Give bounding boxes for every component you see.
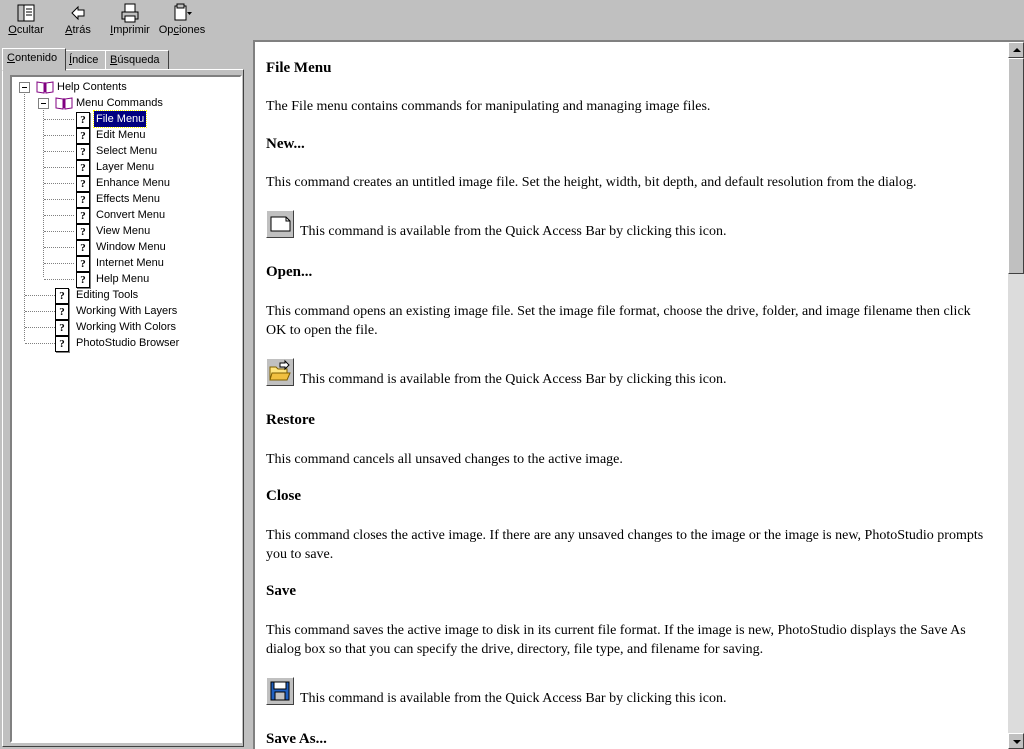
back-button[interactable]: Atrás	[58, 2, 98, 38]
collapse-toggle-icon[interactable]	[38, 98, 49, 109]
floppy-disk-icon	[266, 677, 294, 705]
help-topic-icon: ?	[55, 288, 69, 304]
collapse-toggle-icon[interactable]	[19, 82, 30, 93]
tree-item-label: Working With Layers	[76, 305, 178, 317]
tree-item-label: Effects Menu	[96, 193, 160, 205]
help-topic-icon: ?	[76, 272, 90, 288]
tree-item[interactable]: ? Convert Menu	[12, 207, 238, 224]
tree-item-label: Help Menu	[96, 273, 150, 285]
scroll-thumb[interactable]	[1008, 58, 1024, 274]
tree-item[interactable]: ? Layer Menu	[12, 159, 238, 176]
tree-item[interactable]: ? Effects Menu	[12, 191, 238, 208]
arrow-up-icon	[1013, 48, 1021, 52]
tree-item-label: Working With Colors	[76, 321, 177, 333]
tab-index[interactable]: Índice	[64, 50, 107, 70]
tree-item[interactable]: ? Internet Menu	[12, 255, 238, 272]
new-file-icon	[266, 210, 294, 238]
tree-item[interactable]: ? PhotoStudio Browser	[12, 335, 238, 352]
topic-pane: File Menu The File menu contains command…	[253, 40, 1024, 749]
hide-button[interactable]: Ocultar	[4, 2, 48, 38]
topic-title: File Menu	[266, 60, 332, 76]
close-heading: Close	[266, 488, 301, 504]
print-button[interactable]: Imprimir	[106, 2, 154, 38]
help-topic-icon: ?	[76, 176, 90, 192]
tree-item[interactable]: ? Enhance Menu	[12, 175, 238, 192]
tree-item-label: Edit Menu	[96, 129, 146, 141]
open-folder-icon	[266, 358, 294, 386]
restore-description: This command cancels all unsaved changes…	[266, 452, 623, 467]
help-topic-icon: ?	[76, 192, 90, 208]
help-topic-icon: ?	[76, 256, 90, 272]
tree-item-label: Enhance Menu	[96, 177, 170, 189]
tree-item-label: Internet Menu	[96, 257, 164, 269]
tree-item[interactable]: Menu Commands	[12, 95, 238, 111]
tab-search[interactable]: Búsqueda	[105, 50, 169, 70]
back-arrow-icon	[71, 5, 85, 21]
save-as-heading: Save As...	[266, 731, 327, 747]
save-description: This command saves the active image to d…	[266, 623, 966, 657]
help-topic-icon: ?	[76, 160, 90, 176]
tree-item[interactable]: ? Editing Tools	[12, 287, 238, 304]
tree-item-label: Help Contents	[57, 81, 127, 93]
help-topic-icon: ?	[76, 208, 90, 224]
help-topic-icon: ?	[76, 144, 90, 160]
toolbar: Ocultar Atrás Imprimir Opciones	[0, 0, 1024, 40]
tree-item[interactable]: Help Contents	[12, 79, 238, 95]
scroll-up-button[interactable]	[1008, 42, 1024, 58]
tree-item[interactable]: ? Working With Colors	[12, 319, 238, 336]
tree-item[interactable]: ? Working With Layers	[12, 303, 238, 320]
help-topic-icon: ?	[76, 224, 90, 240]
open-description: This command opens an existing image fil…	[266, 304, 971, 338]
tree-item-label: Window Menu	[96, 241, 166, 253]
help-topic-icon: ?	[76, 240, 90, 256]
vertical-scrollbar[interactable]	[1008, 42, 1024, 749]
scroll-down-button[interactable]	[1008, 733, 1024, 749]
new-description: This command creates an untitled image f…	[266, 175, 917, 190]
tree-item-label: File Menu	[92, 110, 148, 128]
tree-item[interactable]: ? View Menu	[12, 223, 238, 240]
contents-tree[interactable]: Help Contents Menu Commands? File Menu? Edi…	[10, 75, 242, 743]
help-topic-icon: ?	[55, 320, 69, 336]
tree-item[interactable]: ? Window Menu	[12, 239, 238, 256]
options-icon	[174, 3, 192, 21]
arrow-down-icon	[1013, 740, 1021, 744]
tab-contents[interactable]: Contenido	[2, 48, 66, 71]
tree-item[interactable]: ? Select Menu	[12, 143, 238, 160]
printer-icon	[121, 3, 139, 23]
close-description: This command closes the active image. If…	[266, 528, 984, 562]
tree-item[interactable]: ? File Menu	[12, 110, 238, 128]
open-heading: Open...	[266, 264, 313, 280]
tree-item[interactable]: ? Edit Menu	[12, 127, 238, 144]
tree-item[interactable]: ? Help Menu	[12, 271, 238, 288]
tree-item-label: PhotoStudio Browser	[76, 337, 180, 349]
tree-item-label: Editing Tools	[76, 289, 139, 301]
help-topic-icon: ?	[55, 336, 69, 352]
save-heading: Save	[266, 583, 296, 599]
tree-item-label: View Menu	[96, 225, 151, 237]
new-heading: New...	[266, 136, 305, 152]
navigation-pane: Contenido Índice Búsqueda Help Contents M…	[0, 40, 250, 749]
help-topic-icon: ?	[76, 112, 90, 128]
intro-text: The File menu contains commands for mani…	[266, 99, 711, 114]
options-button[interactable]: Opciones	[156, 2, 208, 38]
tree-item-label: Layer Menu	[96, 161, 155, 173]
tree-item-label: Menu Commands	[76, 97, 163, 109]
tree-item-label: Convert Menu	[96, 209, 166, 221]
help-topic-icon: ?	[76, 128, 90, 144]
restore-heading: Restore	[266, 412, 315, 428]
tree-item-label: Select Menu	[96, 145, 158, 157]
help-topic-icon: ?	[55, 304, 69, 320]
contents-panel: Help Contents Menu Commands? File Menu? Edi…	[2, 69, 244, 747]
hide-pane-icon	[17, 4, 35, 22]
topic-content: File Menu The File menu contains command…	[255, 42, 1006, 749]
